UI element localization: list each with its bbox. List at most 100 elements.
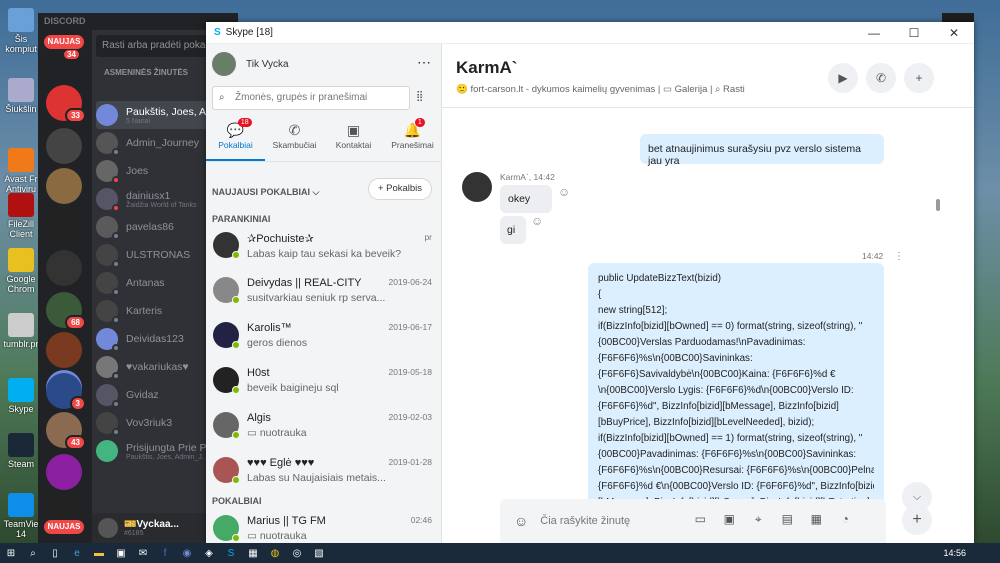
desktop-icon[interactable]: FileZill Client	[2, 193, 40, 239]
avatar[interactable]	[462, 172, 492, 202]
add-people-icon[interactable]: +	[904, 63, 934, 93]
more-options-icon[interactable]: ⋯	[417, 54, 431, 71]
photos-icon[interactable]: ▦	[242, 548, 264, 559]
card-icon[interactable]: ▣	[720, 512, 738, 530]
video-call-icon[interactable]: ▶	[828, 63, 858, 93]
message-input[interactable]: Čia rašykite žinutę	[540, 515, 680, 527]
emoji-reaction-icon[interactable]: ☺	[531, 214, 543, 228]
audio-call-icon[interactable]: ✆	[866, 63, 896, 93]
facebook-icon[interactable]: f	[154, 548, 176, 559]
minimize-button[interactable]: —	[854, 26, 894, 40]
close-button[interactable]: ✕	[934, 26, 974, 40]
gallery-icon[interactable]: ▭	[691, 512, 709, 530]
tab-skambučiai[interactable]: ✆ Skambučiai	[265, 118, 324, 161]
search-icon[interactable]: ⌕	[22, 548, 44, 559]
app-icon	[8, 493, 34, 517]
server-icon[interactable]	[46, 128, 82, 164]
app-icon[interactable]: ◈	[198, 548, 220, 559]
poll-icon[interactable]: ◔	[836, 512, 854, 530]
maximize-button[interactable]: ☐	[894, 26, 934, 40]
emoji-reaction-icon[interactable]: ☺	[558, 185, 570, 199]
schedule-icon[interactable]: ▦	[807, 512, 825, 530]
tab-pranešimai[interactable]: 🔔 Pranešimai 1	[383, 118, 442, 161]
task-view-icon[interactable]: ▯	[44, 548, 66, 559]
server-icon[interactable]	[46, 250, 82, 286]
steam-icon[interactable]: ◎	[286, 548, 308, 559]
desktop-icon[interactable]: Šiukšlin	[2, 78, 40, 114]
add-button[interactable]: +	[902, 505, 932, 535]
tab-icon: 🔔	[403, 122, 422, 138]
avatar[interactable]	[98, 518, 118, 538]
code-line: if(BizzInfo[bizid][bOwned] == 0) format(…	[598, 321, 863, 332]
conversation-preview: Labas kaip tau sekasi ka beveik?	[247, 248, 402, 260]
message-outgoing[interactable]: bet atnaujinimus surašysiu pvz verslo si…	[640, 134, 884, 167]
desktop-icon[interactable]: Google Chrom	[2, 248, 40, 294]
conversation-date: pr	[424, 232, 432, 242]
scrollbar[interactable]	[936, 199, 940, 211]
store-icon[interactable]: ▣	[110, 548, 132, 559]
desktop-icon[interactable]: Šis kompiut	[2, 8, 40, 54]
conversation-name: ♥♥♥ Eglė ♥♥♥	[247, 457, 315, 469]
conversation-name: Algis	[247, 412, 271, 424]
avatar[interactable]	[212, 52, 236, 76]
desktop-icon[interactable]: Avast Fr Antiviru	[2, 148, 40, 194]
discord-icon[interactable]: ◉	[176, 548, 198, 559]
tab-kontaktai[interactable]: ▣ Kontaktai	[324, 118, 383, 161]
avatar	[213, 322, 240, 349]
search-input[interactable]: ⌕ Žmonės, grupės ir pranešimai	[212, 86, 410, 110]
app2-icon[interactable]: ▧	[308, 548, 330, 559]
new-badge-bottom[interactable]: NAUJAS	[44, 520, 84, 534]
avatar	[96, 328, 120, 352]
desktop-icon-label: Šiukšlin	[5, 104, 37, 114]
desktop-icon[interactable]: TeamVie 14	[2, 493, 40, 539]
search-icon: ⌕	[219, 92, 225, 103]
message-incoming[interactable]: okey	[500, 185, 552, 213]
avatar	[213, 232, 240, 259]
desktop-icon[interactable]: Steam	[2, 433, 40, 469]
clock[interactable]: 14:56	[943, 548, 966, 558]
server-icon[interactable]: 33	[46, 85, 86, 123]
desktop-icon[interactable]: Skype	[2, 378, 40, 414]
server-icon[interactable]: 43	[46, 412, 86, 450]
profile-name: Tik Vycka	[246, 58, 289, 70]
message-options-icon[interactable]: ⋮	[894, 251, 904, 262]
contact-card-icon[interactable]: ▤	[778, 512, 796, 530]
dialpad-icon[interactable]: ⣿	[416, 91, 430, 105]
dm-name: Karteris	[126, 305, 163, 317]
conversation-item[interactable]: H0st 2019-05-18 beveik baigineju sql	[206, 362, 442, 402]
conversation-item[interactable]: ✰Pochuiste✰ pr Labas kaip tau sekasi ka be…	[206, 227, 442, 267]
edge-icon[interactable]: e	[66, 548, 88, 559]
avatar	[213, 515, 240, 542]
server-icon[interactable]: 3	[46, 373, 86, 411]
tab-label: Pokalbiai	[218, 140, 253, 150]
server-icon[interactable]	[46, 454, 82, 490]
tab-pokalbiai[interactable]: 💬 Pokalbiai 18	[206, 118, 265, 161]
new-chat-button[interactable]: + Pokalbis	[368, 178, 432, 200]
conversation-item[interactable]: Karolis™ 2019-06-17 geros dienos	[206, 317, 442, 357]
emoji-icon[interactable]: ☺	[514, 513, 528, 529]
new-badge[interactable]: NAUJAS	[44, 35, 84, 49]
server-icon[interactable]	[46, 208, 82, 244]
server-icon[interactable]	[46, 332, 82, 368]
desktop-icon-label: Šis kompiut	[5, 34, 37, 54]
desktop-icon[interactable]: tumblr.pr	[2, 313, 40, 349]
code-message[interactable]: public UpdateBizzText(bizid) { new string…	[588, 263, 884, 513]
profile[interactable]: Tik Vycka	[212, 52, 289, 76]
chrome-icon[interactable]: ◍	[264, 548, 286, 559]
taskbar-skype-icon[interactable]: S	[220, 548, 242, 559]
conversation-header: Deivydas || REAL-CITY 2019-06-24	[247, 277, 442, 289]
server-icon[interactable]: 68	[46, 292, 86, 330]
server-icon[interactable]	[46, 168, 82, 204]
recent-label[interactable]: NAUJAUSI POKALBIAI ⌵	[212, 187, 319, 198]
start-icon[interactable]: ⊞	[0, 548, 22, 559]
dm-name: dainiusx1 Žaidžia World of Tanks	[126, 189, 197, 209]
conversation-item[interactable]: Algis 2019-02-03 ▭ nuotrauka	[206, 407, 442, 447]
conversation-item[interactable]: Deivydas || REAL-CITY 2019-06-24 susitvark…	[206, 272, 442, 312]
dm-name: ♥vakariukas♥	[126, 361, 189, 373]
mail-icon[interactable]: ✉	[132, 548, 154, 559]
location-icon[interactable]: ⌖	[749, 512, 767, 530]
message-time: 14:42	[862, 251, 884, 261]
conversation-item[interactable]: ♥♥♥ Eglė ♥♥♥ 2019-01-28 Labas su Naujaisia…	[206, 452, 442, 492]
explorer-icon[interactable]: ▬	[88, 548, 110, 559]
message-incoming[interactable]: gi	[500, 216, 526, 244]
